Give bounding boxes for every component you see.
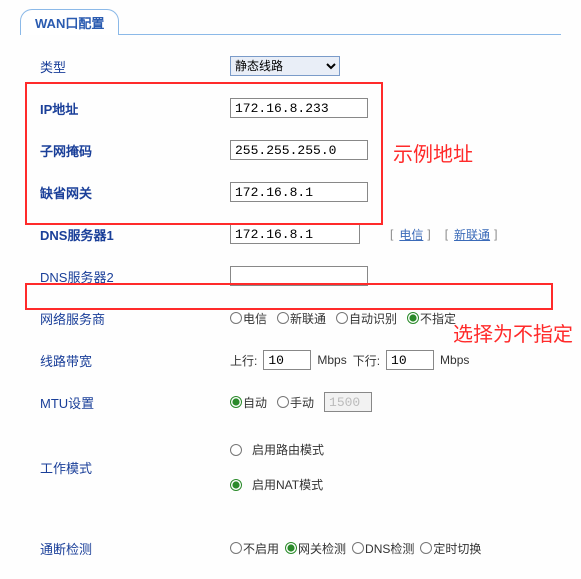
label-upstream: 上行:: [230, 352, 257, 369]
label-isp: 网络服务商: [40, 309, 230, 328]
label-mtu: MTU设置: [40, 393, 230, 412]
radio-mtu-auto[interactable]: 自动: [230, 394, 267, 411]
label-downstream: 下行:: [353, 352, 380, 369]
tab-wan-config[interactable]: WAN口配置: [20, 9, 119, 35]
input-dns1[interactable]: [230, 224, 360, 244]
radio-isp-telecom[interactable]: 电信: [230, 310, 267, 327]
bracket: [: [445, 227, 448, 241]
bracket: ]: [427, 227, 430, 241]
radio-detect-off[interactable]: 不启用: [230, 540, 279, 557]
label-bandwidth: 线路带宽: [40, 351, 230, 370]
input-dns2[interactable]: [230, 266, 368, 286]
input-gateway[interactable]: [230, 182, 368, 202]
label-workmode: 工作模式: [40, 458, 230, 477]
select-type[interactable]: 静态线路: [230, 56, 340, 76]
unit-mbps: Mbps: [440, 353, 469, 367]
label-dns1: DNS服务器1: [40, 225, 230, 244]
label-detect: 通断检测: [40, 539, 230, 558]
input-mtu-value: [324, 392, 372, 412]
radio-detect-dns[interactable]: DNS检测: [352, 540, 414, 557]
radio-mtu-manual[interactable]: 手动: [277, 394, 314, 411]
label-mask: 子网掩码: [40, 141, 230, 160]
link-unicom[interactable]: 新联通: [454, 226, 490, 243]
input-ip[interactable]: [230, 98, 368, 118]
label-dns2: DNS服务器2: [40, 267, 230, 286]
input-mask[interactable]: [230, 140, 368, 160]
unit-mbps: Mbps: [317, 353, 346, 367]
label-gateway: 缺省网关: [40, 183, 230, 202]
wan-form: 类型 静态线路 IP地址 子网掩码 缺省网关 DNS服务器1 [ 电信: [0, 35, 581, 579]
radio-mode-nat[interactable]: 启用NAT模式: [230, 476, 324, 493]
radio-detect-timer[interactable]: 定时切换: [420, 540, 481, 557]
radio-isp-unicom[interactable]: 新联通: [277, 310, 326, 327]
radio-isp-auto[interactable]: 自动识别: [336, 310, 397, 327]
label-ip: IP地址: [40, 99, 230, 118]
radio-detect-gw[interactable]: 网关检测: [285, 540, 346, 557]
label-type: 类型: [40, 57, 230, 76]
input-upstream[interactable]: [263, 350, 311, 370]
input-downstream[interactable]: [386, 350, 434, 370]
bracket: ]: [494, 227, 497, 241]
radio-mode-route[interactable]: 启用路由模式: [230, 441, 324, 458]
radio-isp-none[interactable]: 不指定: [407, 310, 456, 327]
bracket: [: [390, 227, 393, 241]
link-telecom[interactable]: 电信: [399, 226, 423, 243]
